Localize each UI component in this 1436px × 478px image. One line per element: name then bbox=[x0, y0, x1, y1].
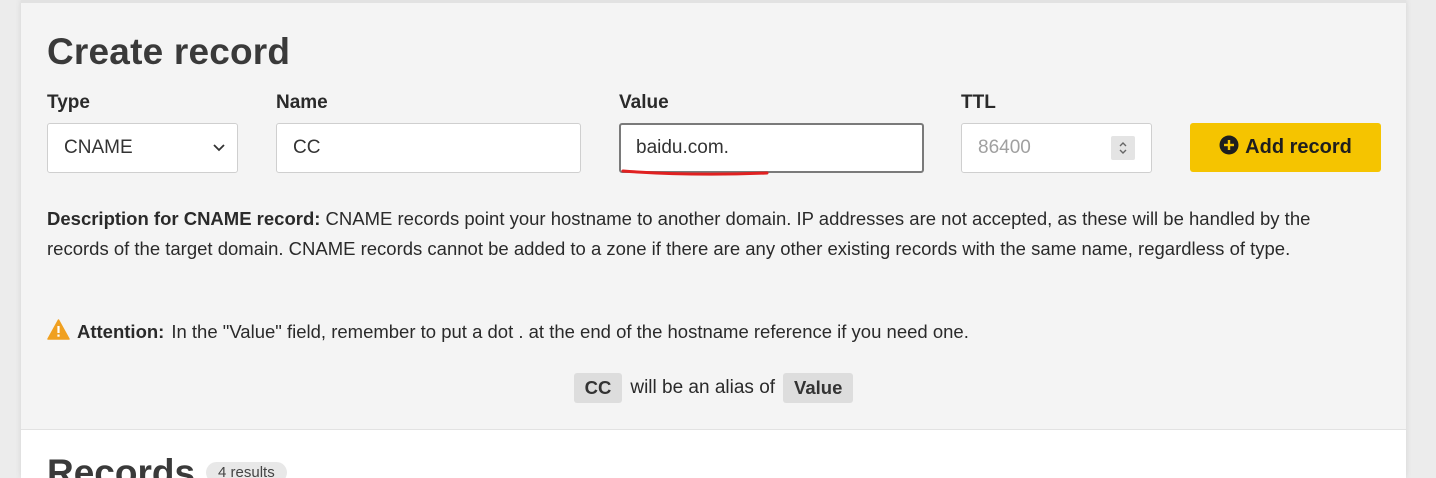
dns-panel: Create record Type Name Value TTL CNAME … bbox=[21, 0, 1406, 478]
add-record-label: Add record bbox=[1245, 136, 1352, 158]
ttl-placeholder: 86400 bbox=[978, 137, 1031, 158]
alias-name-tag: CC bbox=[573, 373, 623, 403]
plus-circle-icon bbox=[1219, 135, 1239, 161]
add-record-button[interactable]: Add record bbox=[1190, 123, 1381, 172]
records-title: Records bbox=[47, 452, 196, 478]
attention-heading: Attention: bbox=[77, 321, 165, 342]
alias-middle-text: will be an alias of bbox=[630, 377, 776, 398]
ttl-input[interactable]: 86400 bbox=[961, 123, 1152, 173]
name-label: Name bbox=[276, 92, 328, 113]
red-underline-annotation bbox=[621, 169, 769, 176]
value-input[interactable] bbox=[619, 123, 924, 173]
ttl-label: TTL bbox=[961, 92, 996, 113]
chevron-down-icon bbox=[211, 140, 227, 156]
create-record-title: Create record bbox=[47, 31, 291, 72]
results-count-badge: 4 results bbox=[206, 462, 287, 478]
attention-text: In the "Value" field, remember to put a … bbox=[171, 321, 969, 342]
value-label: Value bbox=[619, 92, 669, 113]
record-description: Description for CNAME record: CNAME reco… bbox=[47, 204, 1377, 264]
type-select-value: CNAME bbox=[64, 137, 133, 158]
type-select[interactable]: CNAME bbox=[47, 123, 238, 173]
attention-note: Attention: In the "Value" field, remembe… bbox=[47, 319, 969, 345]
spinner-arrows-icon[interactable] bbox=[1111, 136, 1135, 160]
alias-preview: CC will be an alias of Value bbox=[21, 373, 1406, 403]
type-label: Type bbox=[47, 92, 90, 113]
alias-value-tag: Value bbox=[783, 373, 854, 403]
name-input[interactable] bbox=[276, 123, 581, 173]
warning-triangle-icon bbox=[47, 319, 70, 345]
description-heading: Description for CNAME record: bbox=[47, 208, 321, 229]
create-record-section: Create record Type Name Value TTL CNAME … bbox=[21, 0, 1406, 430]
